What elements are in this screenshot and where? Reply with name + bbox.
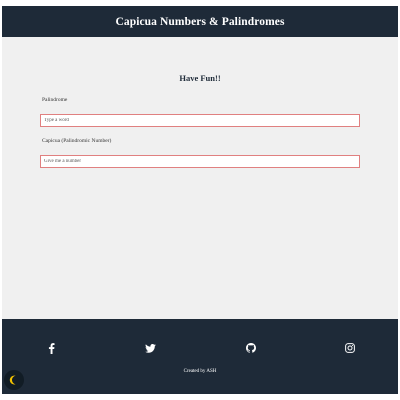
instagram-link[interactable] bbox=[344, 342, 356, 354]
main-content: Have Fun!! Palindrome Capicua (Palindrom… bbox=[2, 37, 398, 319]
footer-credit: Created by ASH bbox=[183, 369, 217, 374]
twitter-link[interactable] bbox=[144, 342, 156, 354]
page-title: Capicua Numbers & Palindromes bbox=[115, 15, 285, 28]
capicua-label: Capicua (Palindromic Number) bbox=[42, 138, 112, 144]
facebook-icon bbox=[48, 342, 55, 354]
github-icon bbox=[246, 343, 256, 353]
main-heading: Have Fun!! bbox=[179, 73, 221, 83]
facebook-link[interactable] bbox=[45, 342, 57, 354]
github-link[interactable] bbox=[245, 342, 257, 354]
site-header: Capicua Numbers & Palindromes bbox=[2, 6, 398, 37]
palindrome-label: Palindrome bbox=[42, 97, 68, 103]
theme-toggle-button[interactable] bbox=[4, 370, 24, 390]
twitter-icon bbox=[144, 343, 156, 353]
page: Capicua Numbers & Palindromes Have Fun!!… bbox=[0, 0, 400, 400]
instagram-icon bbox=[345, 343, 355, 353]
moon-icon bbox=[9, 375, 16, 385]
palindrome-input[interactable] bbox=[40, 114, 360, 127]
site-footer: Created by ASH bbox=[2, 319, 398, 394]
capicua-input[interactable] bbox=[40, 155, 360, 168]
